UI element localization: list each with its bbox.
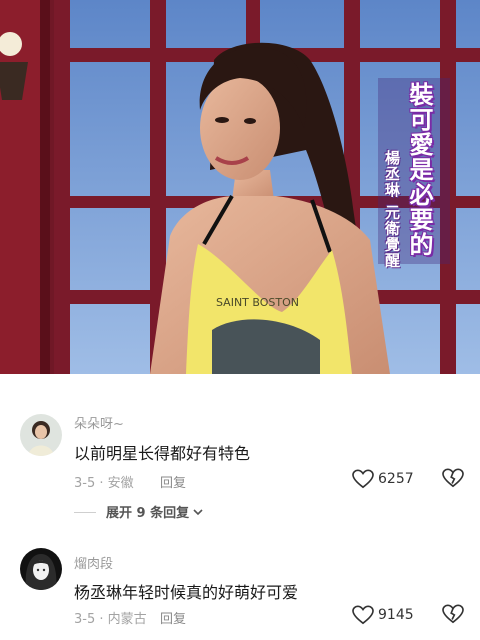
comment-username[interactable]: 熘肉段 bbox=[74, 553, 113, 572]
video-caption: 裝可愛是必要的 bbox=[405, 82, 434, 257]
dislike-button[interactable] bbox=[442, 604, 464, 628]
comment-location: 安徽 bbox=[107, 476, 134, 491]
comment-meta: 3-5 · 安徽 bbox=[74, 476, 134, 491]
like-count: 6257 bbox=[378, 471, 414, 487]
like-button[interactable]: 6257 bbox=[352, 469, 414, 489]
comment-text: 杨丞琳年轻时候真的好萌好可爱 bbox=[74, 583, 299, 602]
like-button[interactable]: 9145 bbox=[352, 605, 414, 625]
comment-text: 以前明星长得都好有特色 bbox=[74, 444, 251, 463]
avatar[interactable] bbox=[20, 548, 62, 590]
heart-icon bbox=[352, 605, 374, 625]
expand-replies-button[interactable]: 展开 9 条回复 bbox=[106, 502, 204, 521]
broken-heart-icon bbox=[442, 604, 464, 624]
chevron-down-icon bbox=[193, 508, 203, 515]
dislike-button[interactable] bbox=[442, 468, 464, 492]
like-count: 9145 bbox=[378, 607, 414, 623]
comment-location: 内蒙古 bbox=[107, 612, 147, 627]
avatar[interactable] bbox=[20, 414, 62, 456]
reply-button[interactable]: 回复 bbox=[160, 472, 186, 491]
heart-icon bbox=[352, 469, 374, 489]
comment-date: 3-5 bbox=[74, 476, 96, 491]
comment-date: 3-5 bbox=[74, 612, 96, 627]
reply-button[interactable]: 回复 bbox=[160, 608, 186, 627]
comment-meta: 3-5 · 内蒙古 bbox=[74, 612, 147, 627]
video-subcaption: 楊丞琳 元衛覺醒 bbox=[383, 150, 401, 269]
expand-replies-label: 展开 9 条回复 bbox=[106, 506, 190, 521]
broken-heart-icon bbox=[442, 468, 464, 488]
expand-divider bbox=[74, 512, 96, 513]
comment-username[interactable]: 朵朵呀~ bbox=[74, 413, 124, 432]
video-frame[interactable]: SAINT BOSTON 裝可愛是必要的 楊丞琳 元衛覺醒 bbox=[0, 0, 480, 374]
svg-text:SAINT BOSTON: SAINT BOSTON bbox=[216, 296, 299, 309]
